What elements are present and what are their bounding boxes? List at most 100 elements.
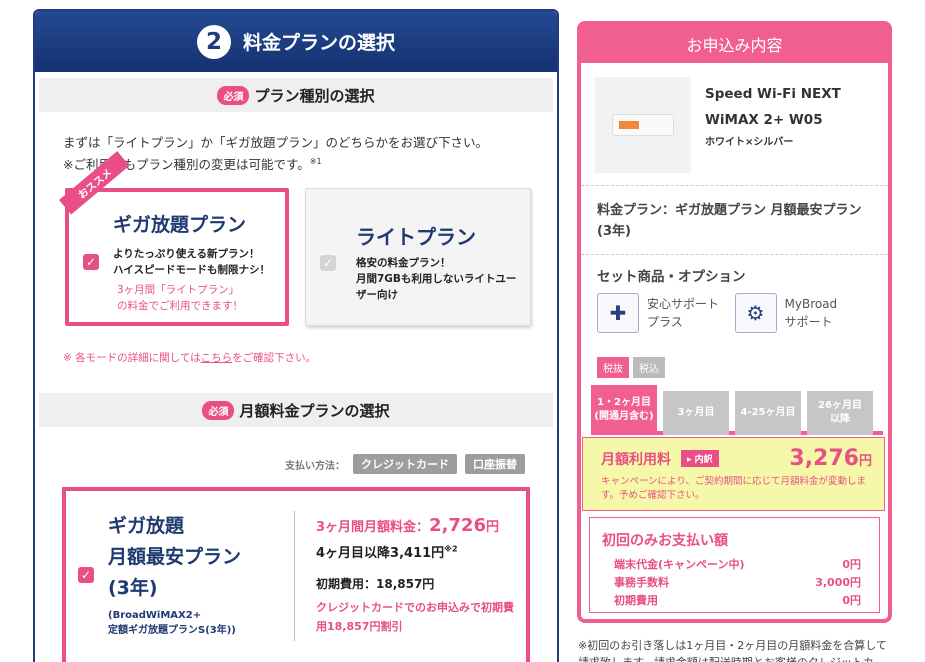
detail-note-suffix: をご確認下さい。: [232, 352, 317, 365]
after-price-text: 4ヶ月目以降3,411円: [316, 546, 445, 561]
giga-plan-checkbox[interactable]: ✓: [83, 254, 99, 271]
plan-type-options: おススメ ✓ ギガ放題プラン よりたっぷり使える新プラン！ ハイスピードモードも…: [35, 151, 557, 338]
intro-footnote-mark: ※1: [309, 157, 322, 166]
payment-method-row: 支払い方法： クレジットカード 口座振替: [35, 454, 525, 475]
monthly-plan-heading: 必須 月額料金プランの選択: [39, 393, 553, 428]
monthly-fee-row: 月額利用料 ▸ 内訳 3,276円: [601, 446, 872, 471]
giga-plan-desc: よりたっぷり使える新プラン！ ハイスピードモードも制限ナシ！: [113, 246, 270, 278]
options-title: セット商品・オプション: [597, 269, 746, 285]
monthly-plan-sub-2: 定額ギガ放題プランS(3年)): [108, 625, 236, 636]
breakdown-label: 内訳: [694, 455, 713, 465]
fee-row: 初期費用 0円: [602, 592, 869, 610]
monthly-plan-checkbox[interactable]: ✓: [78, 567, 94, 583]
lite-plan-title: ライトプラン: [356, 225, 476, 250]
fee-value: 0円: [842, 558, 861, 571]
step-header: 2 料金プランの選択: [35, 11, 557, 72]
option-label-1: 安心サポート: [647, 297, 720, 311]
selected-plan: 料金プラン：ギガ放題プラン 月額最安プラン(3年): [581, 186, 888, 255]
product-row: Speed Wi-Fi NEXT WiMAX 2+ W05 ホワイト×シルバー: [581, 63, 888, 186]
detail-note-prefix: ※ 各モードの詳細に関しては: [63, 352, 201, 365]
monthly-plan-title-3: (3年): [108, 577, 158, 599]
tab-line-2: 以降: [829, 414, 850, 425]
fee-label: 初期費用: [614, 594, 658, 607]
lite-plan-desc: 格安の料金プラン！ 月間7GBも利用しないライトユー ザー向け: [356, 255, 516, 303]
option-label-1: MyBroad: [784, 297, 838, 311]
product-info: Speed Wi-Fi NEXT WiMAX 2+ W05 ホワイト×シルバー: [705, 81, 841, 173]
month-tabs: 1・2ヶ月目 (開通月含む) 3ヶ月目 4-25ヶ月目 26ヶ月目以降: [591, 375, 883, 435]
plan-type-heading-text: プラン種別の選択: [254, 86, 375, 105]
monthly-fee-label: 月額利用料: [601, 451, 671, 468]
discount-line-2: 用18,857円割引: [316, 620, 403, 633]
price-unit: 円: [485, 520, 499, 535]
first-payment-box: 初回のみお支払い額 端末代金(キャンペーン中) 0円 事務手数料 3,000円 初期…: [589, 517, 880, 613]
router-icon: [612, 114, 674, 136]
tab-line-1: 4-25ヶ月目: [740, 407, 796, 418]
first-3-month-price: 3ヶ月間月額料金：2,726円: [316, 515, 514, 536]
option-anshin-support: ✚ 安心サポート プラス: [597, 293, 735, 333]
lite-plan-desc-2: 月間7GBも利用しないライトユー: [356, 273, 517, 286]
fee-row: 端末代金(キャンペーン中) 0円: [602, 556, 869, 574]
payment-credit-card-button[interactable]: クレジットカード: [353, 454, 457, 475]
fee-label: 事務手数料: [614, 576, 669, 589]
payment-method-label: 支払い方法：: [285, 460, 345, 472]
monthly-plan-heading-text: 月額料金プランの選択: [239, 401, 390, 420]
monthly-plan-title-1: ギガ放題: [108, 515, 185, 537]
monthly-plan-name: ギガ放題 月額最安プラン (3年) (BroadWiMAX2+ 定額ギガ放題プラ…: [108, 511, 241, 638]
plan-option-lite[interactable]: ✓ ライトプラン 格安の料金プラン！ 月間7GBも利用しないライトユー ザー向け: [305, 188, 531, 327]
required-badge-2: 必須: [202, 400, 235, 420]
monthly-fee-box: 月額利用料 ▸ 内訳 3,276円 キャンペーンにより、ご契約期間に応じて月額料…: [582, 437, 885, 511]
tab-month-1-2[interactable]: 1・2ヶ月目 (開通月含む): [591, 385, 657, 435]
tab-month-4-25[interactable]: 4-25ヶ月目: [735, 391, 801, 435]
mode-detail-note: ※ 各モードの詳細に関してはこちらをご確認下さい。: [63, 350, 557, 365]
monthly-price-unit: 円: [858, 454, 872, 469]
monthly-plan-card[interactable]: ✓ ギガ放題 月額最安プラン (3年) (BroadWiMAX2+ 定額ギガ放題…: [62, 487, 530, 662]
product-color: ホワイト×シルバー: [705, 137, 794, 148]
plan-type-intro: まずは「ライトプラン」か「ギガ放題プラン」のどちらかをお選び下さい。 ※ご利用中…: [63, 133, 557, 174]
fee-value: 0円: [842, 594, 861, 607]
option-label: 安心サポート プラス: [647, 295, 719, 331]
option-label-2: サポート: [784, 315, 833, 329]
option-label: MyBroad サポート: [785, 295, 838, 331]
order-summary-body: Speed Wi-Fi NEXT WiMAX 2+ W05 ホワイト×シルバー …: [581, 63, 888, 619]
breakdown-button[interactable]: ▸ 内訳: [681, 450, 719, 467]
order-summary-panel: お申込み内容 Speed Wi-Fi NEXT WiMAX 2+ W05 ホワイ…: [577, 21, 892, 623]
giga-plan-desc-2: ハイスピードモードも制限ナシ！: [113, 264, 270, 277]
after-4-month-price: 4ヶ月目以降3,411円※2: [316, 542, 514, 561]
tab-line-1: 26ヶ月目: [818, 400, 862, 411]
mybroad-icon: ⚙: [734, 293, 777, 333]
monthly-plan-sub-1: (BroadWiMAX2+: [108, 610, 202, 621]
discount-line-1: クレジットカードでのお申込みで初期費: [316, 601, 514, 614]
lite-plan-desc-1: 格安の料金プラン！: [356, 257, 451, 270]
tab-line-2: (開通月含む): [594, 411, 654, 422]
giga-plan-note-1: 3ヶ月間「ライトプラン」: [117, 284, 240, 297]
fee-label: 端末代金(キャンペーン中): [614, 558, 745, 571]
tab-month-26[interactable]: 26ヶ月目以降: [807, 391, 873, 435]
plan-divider: [294, 511, 295, 641]
monthly-price-number: 3,276: [789, 446, 859, 471]
tab-month-3[interactable]: 3ヶ月目: [663, 391, 729, 435]
after-price-footnote: ※2: [444, 544, 458, 554]
plan-type-heading: 必須 プラン種別の選択: [39, 78, 553, 112]
order-summary-title: お申込み内容: [686, 36, 783, 55]
option-label-2: プラス: [647, 315, 683, 329]
options-list: ✚ 安心サポート プラス ⚙ MyBroad サポート: [581, 289, 888, 347]
giga-plan-note: 3ヶ月間「ライトプラン」 の料金でご利用できます！: [117, 282, 243, 314]
lite-plan-checkbox[interactable]: ✓: [320, 255, 336, 272]
plan-option-giga[interactable]: おススメ ✓ ギガ放題プラン よりたっぷり使える新プラン！ ハイスピードモードも…: [59, 151, 289, 327]
fee-row: 事務手数料 3,000円: [602, 574, 869, 592]
intro-line-1: まずは「ライトプラン」か「ギガ放題プラン」のどちらかをお選び下さい。: [63, 135, 489, 150]
monthly-fee-note: キャンペーンにより、ご契約期間に応じて月額料金が変動します。予めご確認下さい。: [601, 476, 866, 501]
monthly-plan-title-2: 月額最安プラン: [108, 546, 242, 568]
tab-line-1: 3ヶ月目: [677, 407, 715, 418]
option-mybroad-support: ⚙ MyBroad サポート: [734, 293, 873, 333]
product-image: [595, 77, 691, 173]
monthly-plan-prices: 3ヶ月間月額料金：2,726円 4ヶ月目以降3,411円※2 初期費用：18,8…: [316, 515, 514, 636]
support-icon: ✚: [597, 293, 639, 333]
payment-bank-transfer-button[interactable]: 口座振替: [465, 454, 525, 475]
initial-fee: 初期費用：18,857円: [316, 577, 435, 591]
price-value: 2,726: [429, 515, 486, 536]
monthly-plan-sub: (BroadWiMAX2+ 定額ギガ放題プランS(3年)): [108, 608, 241, 638]
intro-line-2: ※ご利用中もプラン種別の変更は可能です。※1: [63, 152, 557, 174]
billing-footnote: ※初回のお引き落しは1ヶ月目・2ヶ月目の月額料金を合算して請求致します。請求金額…: [578, 639, 887, 662]
detail-link[interactable]: こちら: [201, 352, 233, 364]
